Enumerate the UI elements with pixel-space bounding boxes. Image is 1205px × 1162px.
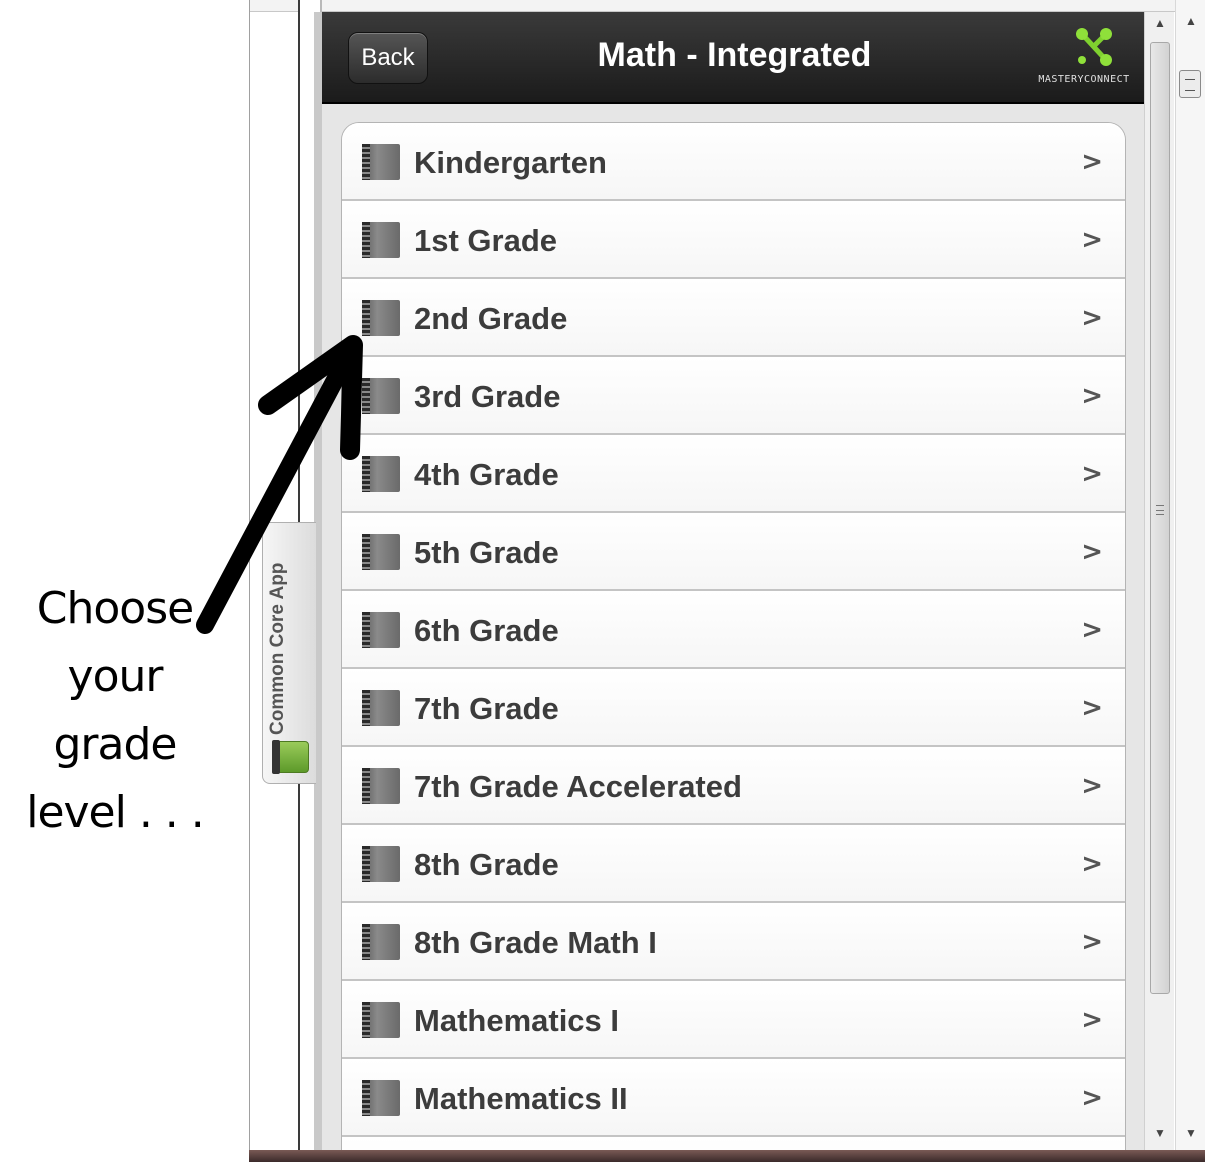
chevron-right-icon: > bbox=[1081, 381, 1103, 411]
list-item[interactable]: 2nd Grade > bbox=[342, 279, 1125, 357]
book-icon bbox=[362, 1002, 400, 1038]
book-icon bbox=[362, 690, 400, 726]
book-icon bbox=[362, 612, 400, 648]
book-icon bbox=[362, 300, 400, 336]
chevron-right-icon: > bbox=[1081, 615, 1103, 645]
scroll-down-arrow-icon[interactable]: ▼ bbox=[1150, 1126, 1170, 1140]
common-core-app-icon bbox=[272, 740, 309, 774]
grade-label: Kindergarten bbox=[414, 145, 607, 180]
grip-icon bbox=[1156, 505, 1164, 515]
grade-label: 8th Grade bbox=[414, 847, 559, 882]
grade-label: 1st Grade bbox=[414, 223, 558, 258]
book-icon bbox=[362, 378, 400, 414]
masteryconnect-logo-icon bbox=[1076, 28, 1112, 66]
list-item[interactable]: 8th Grade Math I > bbox=[342, 903, 1125, 981]
grade-label: 7th Grade Accelerated bbox=[414, 769, 742, 804]
list-item[interactable]: 4th Grade > bbox=[342, 435, 1125, 513]
page-scroll-up-arrow-icon[interactable]: ▲ bbox=[1181, 14, 1201, 28]
list-item[interactable]: Kindergarten > bbox=[342, 123, 1125, 201]
side-tab-label: Common Core App bbox=[267, 562, 288, 735]
app-panel: Back Math - Integrated MASTERYCONNECT Ki… bbox=[322, 12, 1144, 1150]
list-item[interactable]: 6th Grade > bbox=[342, 591, 1125, 669]
page-title: Math - Integrated bbox=[597, 36, 872, 74]
book-icon bbox=[362, 846, 400, 882]
page-scrollbar-thumb[interactable] bbox=[1179, 70, 1201, 98]
chevron-right-icon: > bbox=[1081, 927, 1103, 957]
book-icon bbox=[362, 144, 400, 180]
chevron-right-icon: > bbox=[1081, 537, 1103, 567]
grade-label: Mathematics II bbox=[414, 1081, 628, 1116]
grade-label: 5th Grade bbox=[414, 535, 559, 570]
list-item-partial[interactable] bbox=[342, 1137, 1125, 1150]
list-item[interactable]: Mathematics I > bbox=[342, 981, 1125, 1059]
scroll-up-arrow-icon[interactable]: ▲ bbox=[1150, 16, 1170, 30]
list-item[interactable]: 7th Grade > bbox=[342, 669, 1125, 747]
common-core-app-tab[interactable]: Common Core App bbox=[262, 522, 316, 784]
browser-top-border bbox=[249, 0, 1205, 12]
annotation-line: your bbox=[67, 651, 164, 702]
annotation-line: level . . . bbox=[26, 787, 205, 838]
list-item[interactable]: 1st Grade > bbox=[342, 201, 1125, 279]
frame-line bbox=[249, 0, 250, 1150]
annotation-line: Choose bbox=[36, 583, 194, 634]
book-icon bbox=[362, 768, 400, 804]
chevron-right-icon: > bbox=[1081, 303, 1103, 333]
list-item[interactable]: 3rd Grade > bbox=[342, 357, 1125, 435]
book-icon bbox=[362, 534, 400, 570]
list-item[interactable]: Mathematics II > bbox=[342, 1059, 1125, 1137]
chevron-right-icon: > bbox=[1081, 147, 1103, 177]
chevron-right-icon: > bbox=[1081, 771, 1103, 801]
chevron-right-icon: > bbox=[1081, 225, 1103, 255]
masteryconnect-logo: MASTERYCONNECT bbox=[1030, 26, 1138, 96]
annotation-line: grade bbox=[53, 719, 178, 770]
app-scrollbar-thumb[interactable] bbox=[1150, 42, 1170, 994]
chevron-right-icon: > bbox=[1081, 693, 1103, 723]
app-scrollbar[interactable]: ▲ ▼ bbox=[1144, 12, 1174, 1150]
chevron-right-icon: > bbox=[1081, 1083, 1103, 1113]
taskbar-strip bbox=[249, 1150, 1205, 1162]
grade-label: Mathematics I bbox=[414, 1003, 620, 1038]
page-scroll-down-arrow-icon[interactable]: ▼ bbox=[1181, 1126, 1201, 1140]
book-icon bbox=[362, 1080, 400, 1116]
list-item[interactable]: 8th Grade > bbox=[342, 825, 1125, 903]
list-item[interactable]: 7th Grade Accelerated > bbox=[342, 747, 1125, 825]
logo-text: MASTERYCONNECT bbox=[1038, 74, 1130, 85]
back-button[interactable]: Back bbox=[348, 32, 428, 84]
book-icon bbox=[362, 924, 400, 960]
chevron-right-icon: > bbox=[1081, 1005, 1103, 1035]
grade-label: 7th Grade bbox=[414, 691, 559, 726]
grade-label: 2nd Grade bbox=[414, 301, 568, 336]
grade-list: Kindergarten > 1st Grade > 2nd Grade > 3rd … bbox=[341, 122, 1126, 1150]
annotation-text: Choose your grade level . . . bbox=[10, 575, 220, 847]
book-icon bbox=[362, 456, 400, 492]
chevron-right-icon: > bbox=[1081, 459, 1103, 489]
page-scrollbar[interactable]: ▲ ▼ bbox=[1175, 0, 1205, 1150]
grade-label: 4th Grade bbox=[414, 457, 559, 492]
book-icon bbox=[362, 222, 400, 258]
app-header: Back Math - Integrated MASTERYCONNECT bbox=[322, 12, 1144, 104]
grade-label: 6th Grade bbox=[414, 613, 559, 648]
chevron-right-icon: > bbox=[1081, 849, 1103, 879]
grade-label: 8th Grade Math I bbox=[414, 925, 657, 960]
grade-label: 3rd Grade bbox=[414, 379, 561, 414]
list-item[interactable]: 5th Grade > bbox=[342, 513, 1125, 591]
